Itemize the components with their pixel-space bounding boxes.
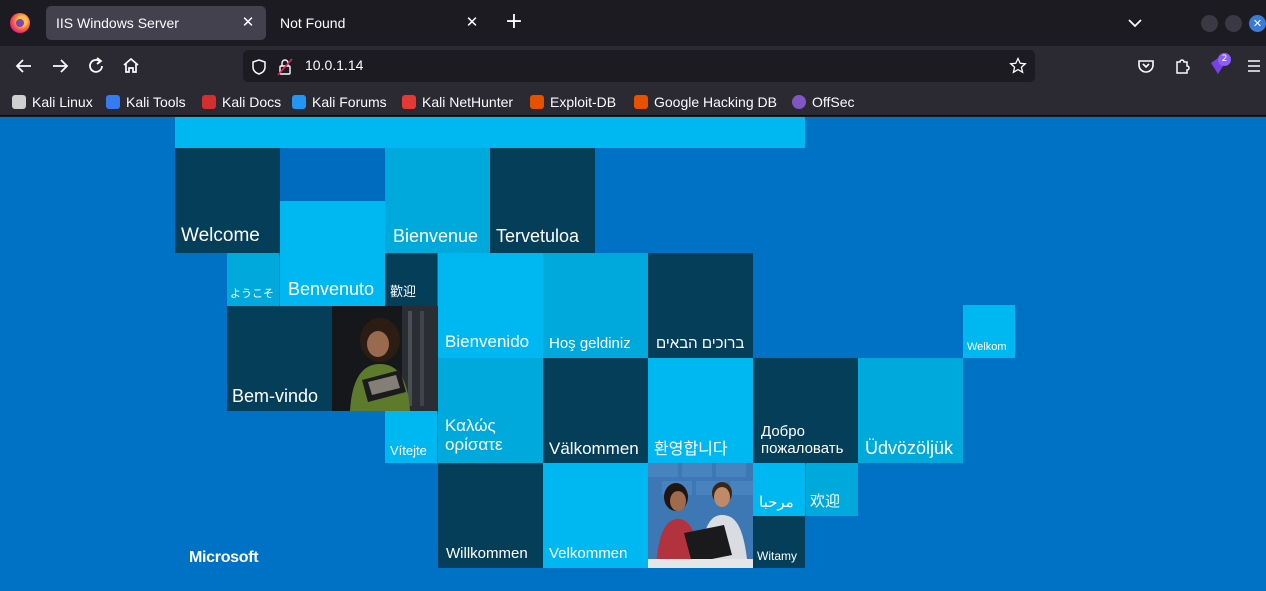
tile-bem-vindo: Bem-vindo	[227, 306, 332, 411]
tile-benvenuto: Benvenuto	[280, 201, 385, 306]
firefox-logo-icon[interactable]	[10, 13, 30, 33]
tile-russian: Добро пожаловать	[753, 358, 858, 463]
maximize-window-button[interactable]	[1225, 15, 1242, 32]
kali-nethunter-icon	[402, 95, 416, 109]
tile-tervetuloa: Tervetuloa	[490, 148, 595, 253]
tile-huanying-simplified: 欢迎	[806, 463, 858, 516]
tile-witamy: Witamy	[753, 516, 805, 568]
tile-bienvenido: Bienvenido	[438, 253, 543, 358]
close-tab-icon[interactable]: ✕	[238, 13, 258, 33]
tile-korean: 환영합니다	[648, 358, 753, 463]
tile-udvozoljuk: Üdvözöljük	[858, 358, 963, 463]
tile-hebrew: ברוכים הבאים	[648, 253, 753, 358]
tile-valkommen: Välkommen	[543, 358, 648, 463]
home-icon[interactable]	[119, 54, 143, 78]
bookmarks-toolbar: Kali Linux Kali Tools Kali Docs Kali For…	[0, 86, 1266, 116]
tracking-protection-shield-icon[interactable]	[250, 58, 268, 80]
bookmark-google-hacking-db[interactable]: Google Hacking DB	[634, 93, 777, 111]
back-arrow-icon[interactable]	[12, 54, 36, 78]
kali-docs-icon	[202, 95, 216, 109]
forward-arrow-icon[interactable]	[48, 54, 72, 78]
tile-youkoso: ようこそ	[227, 253, 279, 306]
url-text[interactable]: 10.0.1.14	[305, 57, 363, 73]
extension-badge-count: 2	[1218, 53, 1231, 66]
kali-dragon-icon	[12, 95, 26, 109]
tab-iis-windows-server[interactable]: IIS Windows Server ✕	[46, 6, 266, 40]
new-tab-button[interactable]: +	[502, 11, 526, 35]
reload-icon[interactable]	[84, 54, 108, 78]
bookmark-kali-linux[interactable]: Kali Linux	[12, 93, 93, 111]
tab-not-found[interactable]: Not Found ✕	[270, 6, 490, 40]
tile-welkom: Welkom	[963, 305, 1015, 358]
insecure-lock-icon[interactable]	[277, 58, 293, 80]
microsoft-logo: Microsoft	[189, 549, 259, 566]
menu-hamburger-icon[interactable]	[1242, 54, 1266, 78]
tile-bienvenue: Bienvenue	[385, 148, 490, 253]
tile-hos-geldiniz: Hoş geldiniz	[543, 253, 648, 358]
navigation-toolbar: 10.0.1.14 2	[0, 46, 1266, 86]
close-tab-icon[interactable]: ✕	[462, 13, 482, 33]
list-all-tabs-chevron-down-icon[interactable]	[1124, 12, 1146, 34]
exploit-db-icon	[530, 95, 544, 109]
minimize-window-button[interactable]	[1201, 15, 1218, 32]
address-bar[interactable]: 10.0.1.14	[243, 50, 1035, 82]
photo-woman-with-laptop	[332, 306, 438, 411]
kali-tools-icon	[106, 95, 120, 109]
pocket-icon[interactable]	[1134, 54, 1158, 78]
bookmark-exploit-db[interactable]: Exploit-DB	[530, 93, 616, 111]
bookmark-kali-nethunter[interactable]: Kali NetHunter	[402, 93, 513, 111]
close-window-button[interactable]: ✕	[1249, 15, 1266, 32]
bookmark-kali-forums[interactable]: Kali Forums	[292, 93, 387, 111]
extensions-puzzle-icon[interactable]	[1170, 54, 1194, 78]
tile-willkommen: Willkommen	[438, 463, 543, 568]
tab-strip: IIS Windows Server ✕ Not Found ✕ + ✕	[0, 0, 1266, 46]
photo-two-people-at-laptop	[648, 463, 753, 568]
offsec-icon	[792, 95, 806, 109]
tile-vitejte: Vítejte	[385, 411, 437, 463]
tab-title: Not Found	[280, 15, 346, 31]
bookmark-offsec[interactable]: OffSec	[792, 93, 855, 111]
tile-arabic: مرحبا	[753, 463, 805, 516]
ghdb-icon	[634, 95, 648, 109]
bookmark-kali-docs[interactable]: Kali Docs	[202, 93, 281, 111]
tile-spacer	[280, 148, 385, 201]
tab-title: IIS Windows Server	[56, 15, 179, 31]
top-banner-strip	[175, 117, 805, 148]
iis-welcome-page: Welcome Bienvenue Tervetuloa Benvenuto よ…	[0, 117, 1266, 591]
kali-forums-icon	[292, 95, 306, 109]
bookmark-star-icon[interactable]	[1009, 56, 1027, 79]
tile-welcome: Welcome	[175, 148, 280, 253]
tile-kalos-orisate: Καλώς ορίσατε	[438, 358, 543, 463]
bookmark-kali-tools[interactable]: Kali Tools	[106, 93, 186, 111]
tile-huanying-traditional: 歡迎	[385, 253, 437, 306]
tile-velkommen: Velkommen	[543, 463, 648, 568]
